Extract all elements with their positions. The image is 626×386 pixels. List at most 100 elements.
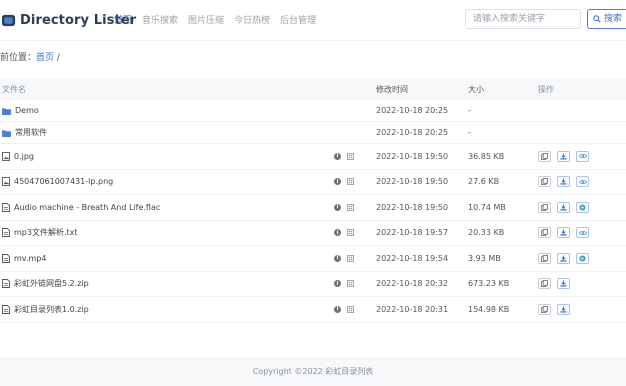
file-info-cell: i: [334, 246, 354, 271]
copy-icon: [541, 305, 548, 313]
table-row[interactable]: Demo 2022-10-18 20:25 -: [0, 100, 626, 122]
file-name[interactable]: 45047061007431-lp.png: [14, 177, 113, 186]
info-icon[interactable]: i: [334, 203, 341, 211]
info-icon[interactable]: i: [334, 280, 341, 288]
breadcrumb-prefix: 前位置：: [0, 53, 37, 63]
info-icon[interactable]: i: [334, 305, 341, 313]
info-icon[interactable]: i: [334, 254, 341, 262]
actions-cell: [538, 170, 595, 195]
download-button[interactable]: [557, 201, 570, 213]
copy-button[interactable]: [538, 176, 551, 188]
table-row[interactable]: 0.jpg i 2022-10-18 19:50 36.85 KB: [0, 144, 626, 170]
search-input[interactable]: 请输入搜索关键字: [465, 9, 581, 29]
qrcode-icon[interactable]: [347, 203, 354, 211]
table-row[interactable]: mv.mp4 i 2022-10-18 19:54 3.93 MB: [0, 246, 626, 272]
logo-icon: [1, 14, 16, 26]
copy-button[interactable]: [538, 227, 551, 239]
image-file-icon: [2, 151, 10, 161]
file-size: -: [468, 128, 471, 137]
actions-cell: [538, 297, 576, 322]
info-icon[interactable]: i: [334, 152, 341, 160]
file-name-cell[interactable]: mv.mp4: [2, 246, 46, 271]
eye-icon: [578, 179, 587, 184]
copy-icon: [541, 152, 548, 160]
file-name[interactable]: Audio machine - Breath And Life.flac: [14, 203, 160, 212]
file-name[interactable]: mp3文件解析.txt: [14, 227, 78, 238]
table-row[interactable]: 45047061007431-lp.png i 2022-10-18 19:50 27…: [0, 170, 626, 195]
info-icon[interactable]: i: [334, 229, 341, 237]
file-name[interactable]: 彩虹目录列表1.0.zip: [14, 304, 89, 315]
qrcode-icon[interactable]: [347, 152, 354, 160]
download-button[interactable]: [557, 278, 570, 290]
file-name[interactable]: mv.mp4: [14, 254, 46, 263]
copy-icon: [541, 254, 548, 262]
qrcode-icon[interactable]: [347, 305, 354, 313]
table-row[interactable]: mp3文件解析.txt i 2022-10-18 19:57 20.33 KB: [0, 221, 626, 246]
file-info-cell: i: [334, 144, 354, 169]
table-row[interactable]: 常用软件 2022-10-18 20:25 -: [0, 122, 626, 144]
qrcode-icon[interactable]: [347, 254, 354, 262]
view-button[interactable]: [576, 150, 589, 162]
search-button[interactable]: 搜索: [587, 9, 626, 29]
table-row[interactable]: 彩虹目录列表1.0.zip i 2022-10-18 20:31 154.98 KB: [0, 297, 626, 323]
file-name[interactable]: Demo: [15, 106, 39, 115]
file-name-cell[interactable]: 0.jpg: [2, 144, 34, 169]
qrcode-icon[interactable]: [347, 178, 354, 186]
actions-cell: [538, 272, 576, 297]
copy-icon: [541, 280, 548, 288]
table-row[interactable]: 彩虹外链网盘5.2.zip i 2022-10-18 20:32 673.23 KB: [0, 272, 626, 297]
actions-cell: [538, 246, 595, 271]
header-size[interactable]: 大小: [468, 79, 484, 100]
file-name-cell[interactable]: 45047061007431-lp.png: [2, 170, 113, 195]
nav-hot-list[interactable]: 今日热榜: [234, 13, 270, 26]
modified-time: 2022-10-18 20:25: [376, 128, 449, 137]
file-name[interactable]: 彩虹外链网盘5.2.zip: [14, 278, 89, 289]
view-button[interactable]: [576, 176, 589, 188]
file-icon: [2, 279, 10, 289]
play-button[interactable]: [576, 252, 589, 264]
breadcrumb-home[interactable]: 首页: [36, 53, 54, 63]
file-icon: [2, 253, 10, 263]
header-name[interactable]: 文件名: [2, 79, 26, 100]
info-icon[interactable]: i: [334, 178, 341, 186]
file-name[interactable]: 0.jpg: [14, 152, 34, 161]
nav-home[interactable]: 首页: [114, 13, 132, 26]
header-time[interactable]: 修改时间: [376, 79, 408, 100]
file-name-cell[interactable]: mp3文件解析.txt: [2, 221, 78, 246]
copy-button[interactable]: [538, 278, 551, 290]
file-name-cell[interactable]: 彩虹目录列表1.0.zip: [2, 297, 89, 322]
breadcrumb-separator: /: [56, 53, 60, 63]
file-name-cell[interactable]: 常用软件: [2, 122, 47, 143]
file-size: 154.98 KB: [468, 304, 510, 314]
table-row[interactable]: Audio machine - Breath And Life.flac i 202…: [0, 195, 626, 221]
play-button[interactable]: [576, 201, 589, 213]
file-info-cell: i: [334, 297, 354, 322]
download-button[interactable]: [557, 227, 570, 239]
nav-image-compress[interactable]: 图片压缩: [188, 13, 224, 26]
copy-icon: [541, 178, 548, 186]
nav-music-search[interactable]: 音乐搜索: [142, 13, 178, 26]
copy-button[interactable]: [538, 150, 551, 162]
file-info-cell: i: [334, 195, 354, 220]
modified-time: 2022-10-18 20:32: [376, 279, 449, 289]
qrcode-icon[interactable]: [347, 280, 354, 288]
qrcode-icon[interactable]: [347, 229, 354, 237]
file-name[interactable]: 常用软件: [15, 127, 47, 138]
download-button[interactable]: [557, 252, 570, 264]
main-nav: 首页 音乐搜索 图片压缩 今日热榜 后台管理: [114, 13, 326, 26]
file-name-cell[interactable]: 彩虹外链网盘5.2.zip: [2, 272, 89, 297]
download-button[interactable]: [557, 176, 570, 188]
copy-button[interactable]: [538, 303, 551, 315]
copy-button[interactable]: [538, 201, 551, 213]
file-name-cell[interactable]: Demo: [2, 100, 39, 121]
view-button[interactable]: [576, 227, 589, 239]
nav-admin[interactable]: 后台管理: [280, 13, 316, 26]
file-size: 27.6 KB: [468, 177, 500, 187]
table-header: 文件名 修改时间 大小 操作: [0, 79, 626, 100]
copy-button[interactable]: [538, 252, 551, 264]
file-name-cell[interactable]: Audio machine - Breath And Life.flac: [2, 195, 160, 220]
download-button[interactable]: [557, 150, 570, 162]
breadcrumb: 前位置：首页 /: [0, 50, 60, 63]
download-button[interactable]: [557, 303, 570, 315]
footer-copyright: Copyright ©2022 彩虹目录列表: [252, 367, 374, 376]
